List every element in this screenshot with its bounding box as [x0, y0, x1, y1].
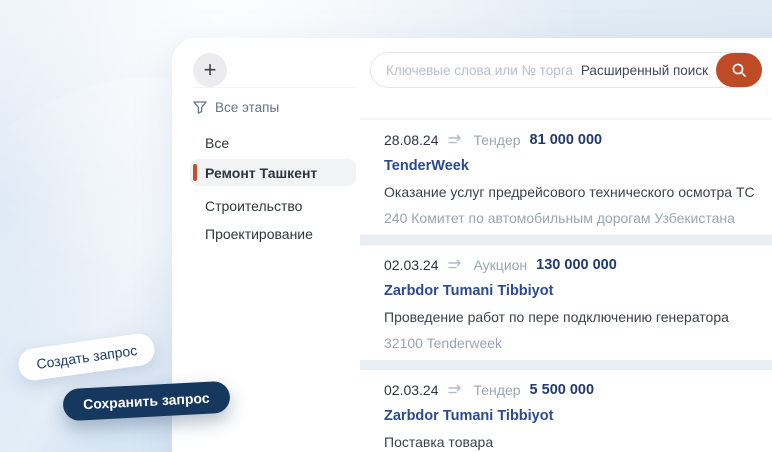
selected-indicator: [193, 164, 197, 181]
tender-meta-row: 02.03.24 Аукцион 130 000 000: [384, 256, 772, 274]
sidebar-item-all[interactable]: Все: [205, 135, 229, 151]
sidebar-item-stroitelstvo[interactable]: Строительство: [205, 198, 302, 214]
transfer-arrow-icon: [448, 259, 465, 271]
search-input[interactable]: [371, 63, 581, 78]
tender-organization: 32100 Tenderweek: [384, 334, 772, 352]
tender-type: Аукцион: [474, 256, 528, 274]
sidebar-item-remont-tashkent[interactable]: Ремонт Ташкент: [190, 159, 356, 186]
tender-amount: 81 000 000: [530, 131, 603, 149]
stages-filter-label: Все этапы: [215, 100, 279, 115]
tender-date: 02.03.24: [384, 381, 439, 399]
tender-name-link[interactable]: TenderWeek: [384, 157, 772, 175]
tender-name-link[interactable]: Zarbdor Tumani Tibbiyot: [384, 282, 772, 300]
tender-name-link[interactable]: Zarbdor Tumani Tibbiyot: [384, 407, 772, 425]
main-panel: + Все этапы Все Ремонт Ташкент Строитель…: [172, 38, 772, 452]
tender-card[interactable]: 02.03.24 Тендер 5 500 000 Zarbdor Tumani…: [368, 370, 772, 452]
advanced-search-link[interactable]: Расширенный поиск: [581, 63, 708, 78]
search-icon: [731, 62, 747, 78]
tender-description: Поставка товара: [384, 433, 772, 451]
tender-card[interactable]: 28.08.24 Тендер 81 000 000 TenderWeek Ок…: [368, 120, 772, 235]
transfer-arrow-icon: [448, 134, 465, 146]
search-bar: Расширенный поиск: [370, 52, 761, 88]
tender-date: 28.08.24: [384, 131, 439, 149]
tender-amount: 5 500 000: [530, 381, 595, 399]
tender-meta-row: 28.08.24 Тендер 81 000 000: [384, 131, 772, 149]
sidebar-item-proektirovanie[interactable]: Проектирование: [205, 226, 313, 242]
tender-description: Оказание услуг предрейсового техническог…: [384, 183, 772, 201]
tender-type: Тендер: [474, 381, 521, 399]
tender-organization: 240 Комитет по автомобильным дорогам Узб…: [384, 209, 772, 227]
transfer-arrow-icon: [448, 384, 465, 396]
filter-funnel-icon: [193, 101, 207, 114]
tender-description: Проведение работ по пере подключению ген…: [384, 308, 772, 326]
search-button[interactable]: [716, 53, 762, 87]
tender-list: 28.08.24 Тендер 81 000 000 TenderWeek Ок…: [360, 118, 772, 452]
tender-amount: 130 000 000: [536, 256, 617, 274]
sidebar-divider: [192, 87, 357, 88]
add-query-button[interactable]: +: [193, 53, 227, 87]
stages-filter[interactable]: Все этапы: [193, 100, 279, 115]
tender-type: Тендер: [474, 131, 521, 149]
tender-card[interactable]: 02.03.24 Аукцион 130 000 000 Zarbdor Tum…: [368, 245, 772, 360]
list-divider: [360, 360, 772, 370]
tender-date: 02.03.24: [384, 256, 439, 274]
list-divider: [360, 235, 772, 245]
tender-meta-row: 02.03.24 Тендер 5 500 000: [384, 381, 772, 399]
sidebar-item-label: Ремонт Ташкент: [205, 165, 317, 181]
